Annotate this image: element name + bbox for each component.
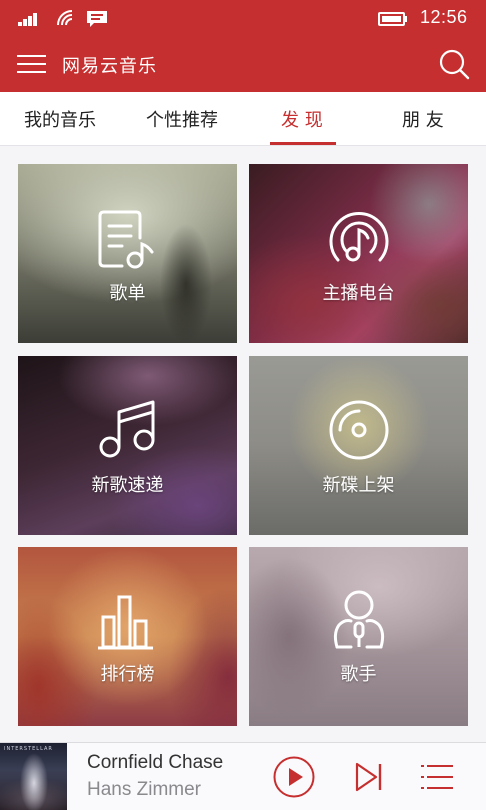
album-cover[interactable]: INTERSTELLAR	[0, 743, 67, 810]
search-icon[interactable]	[438, 48, 470, 84]
tab-my-music[interactable]: 我的音乐	[24, 106, 96, 132]
tile-label: 排行榜	[100, 664, 155, 685]
artist-name: Hans Zimmer	[87, 779, 202, 800]
playlist-icon	[96, 208, 160, 274]
play-icon[interactable]	[272, 755, 316, 803]
radio-icon	[328, 208, 390, 274]
tab-friends[interactable]: 朋 友	[402, 106, 444, 132]
signal-icon	[18, 11, 42, 30]
tab-discover[interactable]: 发 现	[281, 106, 323, 132]
tile-label: 歌手	[340, 664, 377, 685]
tile-label: 新碟上架	[322, 475, 395, 496]
tile-label: 新歌速递	[91, 475, 164, 496]
disc-icon	[328, 399, 390, 465]
menu-icon[interactable]	[17, 51, 47, 77]
app-bar: 网易云音乐	[0, 36, 486, 92]
status-time: 12:56	[420, 7, 468, 27]
song-title: Cornfield Chase	[87, 752, 224, 773]
tab-bar: 我的音乐 个性推荐 发 现 朋 友	[0, 92, 486, 146]
tile-playlist[interactable]: 歌单	[18, 164, 237, 343]
app-title: 网易云音乐	[62, 56, 157, 77]
singer-icon	[331, 589, 387, 655]
message-icon	[86, 10, 108, 32]
tile-label: 歌单	[109, 283, 146, 304]
active-tab-indicator	[270, 142, 336, 145]
album-cover-text: INTERSTELLAR	[4, 746, 53, 752]
tile-new-albums[interactable]: 新碟上架	[249, 356, 468, 535]
playlist-menu-icon[interactable]	[421, 762, 455, 796]
tile-singers[interactable]: 歌手	[249, 547, 468, 726]
status-bar: 12:56	[0, 0, 486, 36]
wifi-icon	[56, 9, 76, 31]
tab-recommend[interactable]: 个性推荐	[146, 106, 218, 132]
tile-new-songs[interactable]: 新歌速递	[18, 356, 237, 535]
tile-charts[interactable]: 排行榜	[18, 547, 237, 726]
tile-radio[interactable]: 主播电台	[249, 164, 468, 343]
music-note-icon	[97, 398, 159, 464]
next-icon[interactable]	[354, 761, 384, 797]
chart-bars-icon	[97, 593, 159, 655]
mini-player: INTERSTELLAR Cornfield Chase Hans Zimmer	[0, 742, 486, 810]
battery-icon	[378, 11, 408, 30]
tile-label: 主播电台	[322, 283, 395, 304]
